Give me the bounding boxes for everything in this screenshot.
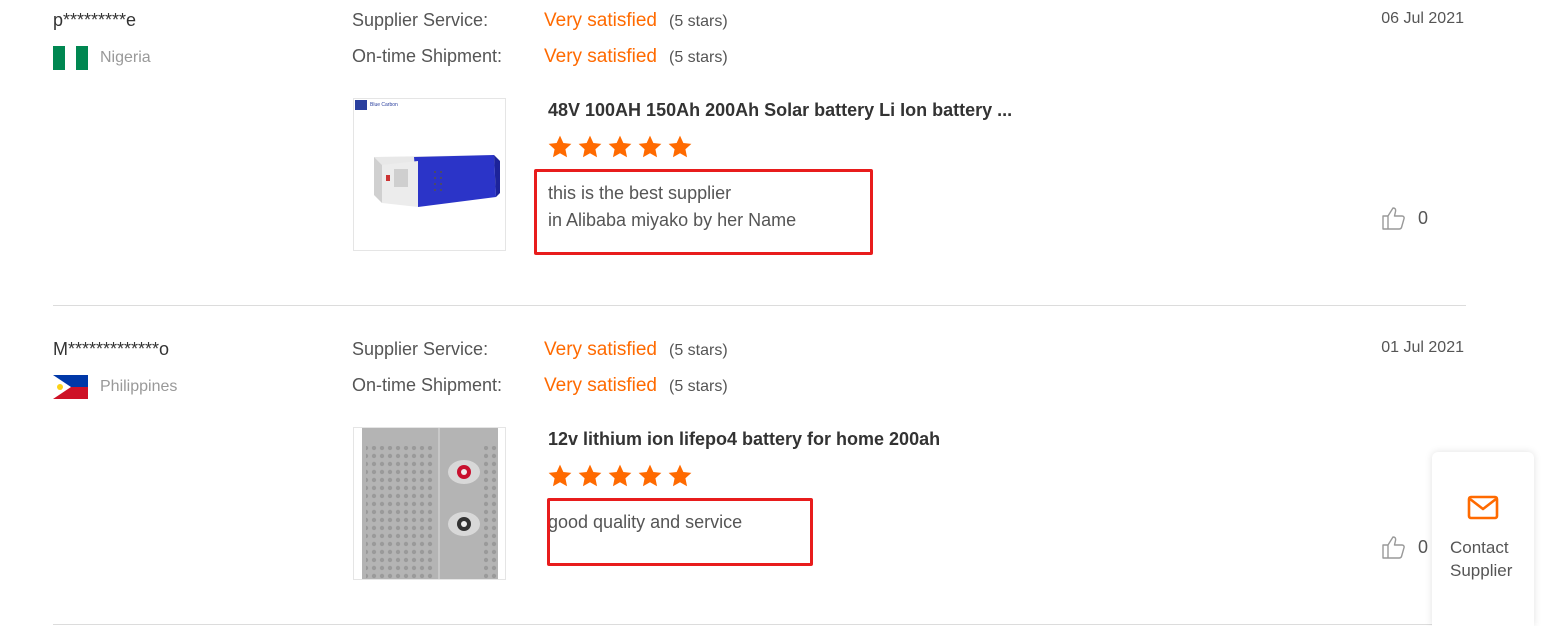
review-divider xyxy=(53,305,1466,306)
star-icon xyxy=(578,464,602,487)
buyer-name: p*********e xyxy=(53,10,137,30)
rating-stars-text: (5 stars) xyxy=(669,378,728,395)
nigeria-flag-icon xyxy=(53,46,88,70)
like-count: 0 xyxy=(1418,207,1429,228)
star-icon xyxy=(638,464,662,487)
rating-label: Supplier Service: xyxy=(352,339,489,359)
thumbs-up-icon xyxy=(1382,207,1405,230)
thumbs-up-icon xyxy=(1382,536,1405,559)
contact-supplier-label: Contact Supplier xyxy=(1450,538,1513,580)
rating-label: Supplier Service: xyxy=(352,10,489,30)
mail-icon xyxy=(1467,495,1499,520)
contact-supplier-button[interactable]: Contact Supplier xyxy=(1432,452,1534,626)
highlight-box xyxy=(534,169,873,255)
product-thumbnail[interactable] xyxy=(353,427,506,580)
review-date: 01 Jul 2021 xyxy=(1381,339,1464,356)
buyer-country: Nigeria xyxy=(53,46,151,70)
star-icon xyxy=(578,135,602,158)
star-icon xyxy=(548,464,572,487)
star-icon xyxy=(668,135,692,158)
review-date: 06 Jul 2021 xyxy=(1381,10,1464,27)
rating-label: On-time Shipment: xyxy=(352,46,503,66)
product-title[interactable]: 12v lithium ion lifepo4 battery for home… xyxy=(548,429,940,450)
rating-stars-text: (5 stars) xyxy=(669,342,728,359)
review-divider xyxy=(53,624,1466,625)
country-name: Philippines xyxy=(100,378,178,395)
shipment-rating: On-time Shipment: Very satisfied (5 star… xyxy=(352,46,728,68)
brand-label: Blue Carbon xyxy=(370,102,398,108)
shipment-rating: On-time Shipment: Very satisfied (5 star… xyxy=(352,375,728,397)
rating-value: Very satisfied xyxy=(544,46,657,67)
product-thumbnail[interactable]: Blue Carbon xyxy=(353,98,506,251)
highlight-box xyxy=(547,498,813,566)
star-icon xyxy=(638,135,662,158)
star-icon xyxy=(608,464,632,487)
rating-stars-text: (5 stars) xyxy=(669,49,728,66)
rating-stars-text: (5 stars) xyxy=(669,13,728,30)
rating-label: On-time Shipment: xyxy=(352,375,503,395)
philippines-flag-icon xyxy=(53,375,88,399)
supplier-service-rating: Supplier Service: Very satisfied (5 star… xyxy=(352,10,728,32)
product-star-rating xyxy=(547,134,693,160)
supplier-service-rating: Supplier Service: Very satisfied (5 star… xyxy=(352,339,728,361)
like-count: 0 xyxy=(1418,536,1429,557)
like-button[interactable]: 0 xyxy=(1380,534,1428,560)
star-icon xyxy=(548,135,572,158)
rating-value: Very satisfied xyxy=(544,375,657,396)
like-button[interactable]: 0 xyxy=(1380,205,1428,231)
rating-value: Very satisfied xyxy=(544,10,657,31)
country-name: Nigeria xyxy=(100,49,151,66)
buyer-name: M*************o xyxy=(53,339,170,359)
star-icon xyxy=(668,464,692,487)
product-star-rating xyxy=(547,463,693,489)
star-icon xyxy=(608,135,632,158)
rating-value: Very satisfied xyxy=(544,339,657,360)
product-title[interactable]: 48V 100AH 150Ah 200Ah Solar battery Li I… xyxy=(548,100,1012,121)
buyer-country: Philippines xyxy=(53,375,177,399)
